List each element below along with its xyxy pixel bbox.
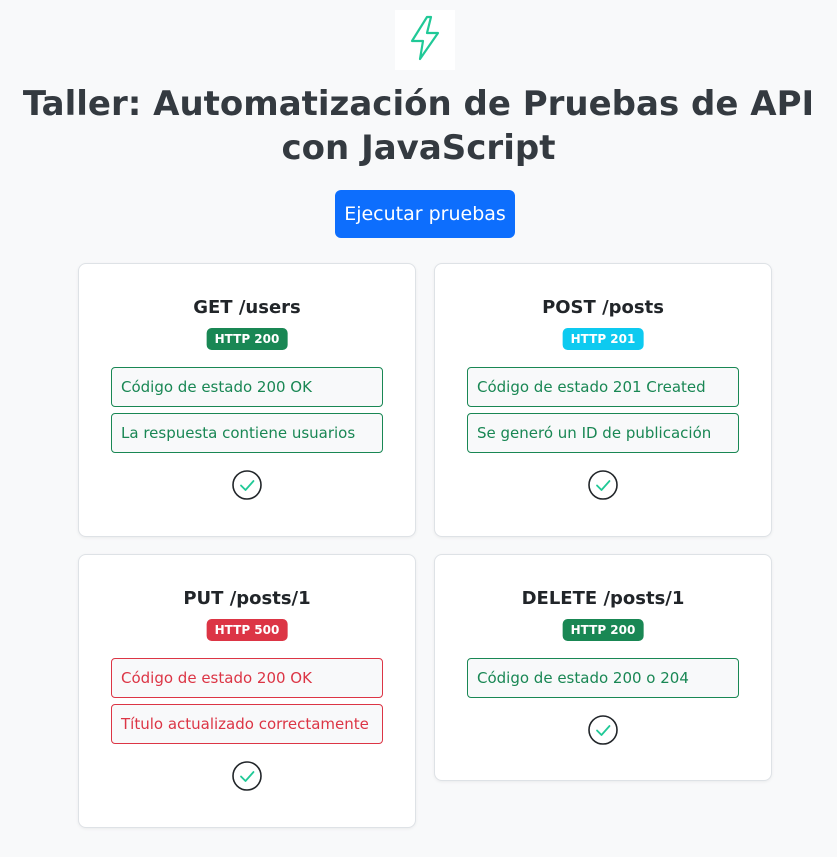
test-assertion: Código de estado 200 OK [111, 658, 383, 698]
check-circle-icon [232, 761, 262, 791]
test-assertion: Se generó un ID de publicación [467, 413, 739, 453]
lightning-icon [407, 14, 443, 66]
test-card: DELETE /posts/1 HTTP 200 Código de estad… [434, 554, 772, 781]
test-assertion: Código de estado 200 o 204 [467, 658, 739, 698]
status-badge: HTTP 201 [562, 328, 644, 350]
lightning-logo [395, 10, 455, 70]
endpoint-title: DELETE /posts/1 [521, 588, 685, 609]
test-assertion: Código de estado 201 Created [467, 367, 739, 407]
status-badge: HTTP 500 [206, 619, 288, 641]
page-title: Taller: Automatización de Pruebas de API… [22, 84, 815, 168]
test-assertion: La respuesta contiene usuarios [111, 413, 383, 453]
check-circle-icon [588, 470, 618, 500]
test-assertion: Título actualizado correctamente [111, 704, 383, 744]
status-badge: HTTP 200 [206, 328, 288, 350]
run-tests-button[interactable]: Ejecutar pruebas [335, 190, 515, 238]
test-assertion: Código de estado 200 OK [111, 367, 383, 407]
status-badge: HTTP 200 [562, 619, 644, 641]
test-card: PUT /posts/1 HTTP 500 Código de estado 2… [78, 554, 416, 828]
endpoint-title: PUT /posts/1 [183, 588, 311, 609]
check-circle-icon [232, 470, 262, 500]
test-card: GET /users HTTP 200 Código de estado 200… [78, 263, 416, 537]
endpoint-title: GET /users [193, 297, 301, 318]
check-circle-icon [588, 715, 618, 745]
endpoint-title: POST /posts [542, 297, 664, 318]
test-card: POST /posts HTTP 201 Código de estado 20… [434, 263, 772, 537]
